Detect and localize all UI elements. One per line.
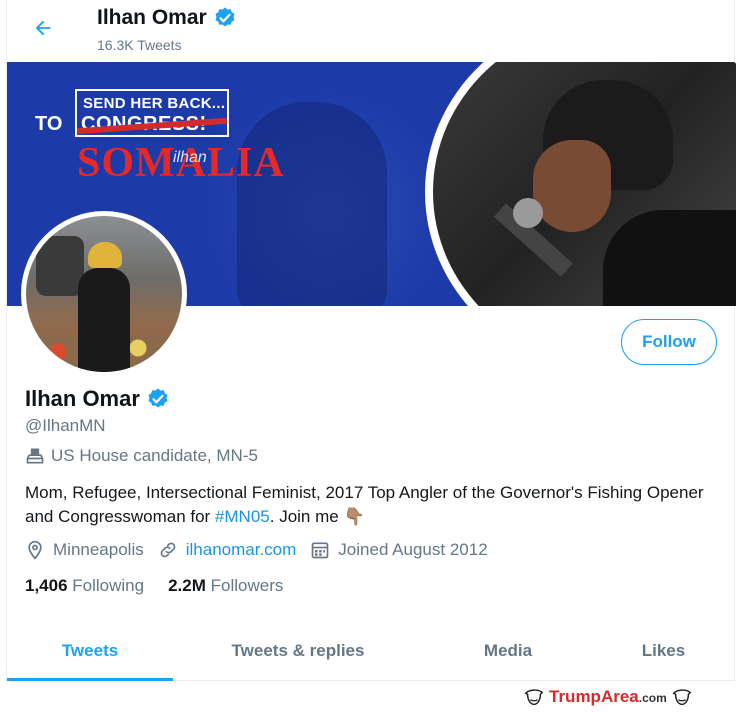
verified-badge-icon — [148, 388, 168, 408]
avatar-mural — [36, 236, 84, 296]
trump-face-icon — [524, 689, 544, 706]
pointing-down-emoji-icon: 👇🏽 — [343, 507, 365, 526]
header-title: Ilhan Omar — [97, 6, 237, 30]
tweet-count: 16.3K Tweets — [97, 37, 182, 53]
watermark-suffix: .com — [638, 691, 667, 705]
location-text: Minneapolis — [53, 540, 144, 559]
calendar-icon — [311, 542, 329, 559]
avatar-image — [26, 216, 182, 372]
avatar-hijab — [88, 242, 122, 268]
follow-button[interactable]: Follow — [621, 319, 717, 365]
website-item: ilhanomar.com — [158, 540, 297, 560]
profile-tabs: Tweets Tweets & replies Media Likes — [7, 621, 734, 681]
profile-role-text: US House candidate, MN-5 — [51, 446, 258, 465]
microphone-head — [513, 198, 543, 228]
watermark-brand: TrumpArea.com — [549, 687, 667, 707]
avatar-figure — [78, 268, 130, 372]
arrow-left-icon — [35, 20, 51, 36]
profile-role: US House candidate, MN-5 — [25, 446, 258, 466]
verified-badge-icon — [215, 7, 235, 27]
joined-item: Joined August 2012 — [310, 540, 488, 560]
banner-photo-face — [533, 140, 611, 232]
profile-stats: 1,406 Following 2.2M Followers — [25, 576, 283, 596]
followers-count: 2.2M — [168, 576, 206, 595]
joined-text: Joined August 2012 — [338, 540, 488, 559]
watermark: TrumpArea.com — [523, 686, 693, 708]
trump-face-icon — [672, 689, 692, 706]
watermark-brand-text: TrumpArea — [549, 687, 639, 706]
banner-photo — [433, 62, 736, 306]
back-button[interactable] — [29, 14, 57, 42]
avatar[interactable] — [21, 211, 187, 377]
profile-meta: Minneapolis ilhanomar.com Joined August … — [25, 540, 502, 560]
following-label: Following — [72, 576, 145, 595]
bio-text-2: . Join me — [269, 507, 344, 526]
tab-media[interactable]: Media — [423, 621, 593, 681]
bio-hashtag-link[interactable]: #MN05 — [215, 507, 270, 526]
ballot-box-icon — [26, 448, 44, 464]
slogan-line1: SEND HER BACK... — [83, 95, 226, 112]
header-name: Ilhan Omar — [97, 6, 207, 29]
link-icon — [160, 542, 176, 558]
tab-likes[interactable]: Likes — [593, 621, 734, 681]
followers-stat[interactable]: 2.2M Followers — [168, 576, 283, 596]
profile-header: Ilhan Omar 16.3K Tweets — [7, 0, 734, 62]
slogan-signature: ilhan — [173, 149, 207, 166]
profile-name-row: Ilhan Omar — [25, 386, 170, 412]
tab-tweets-replies[interactable]: Tweets & replies — [173, 621, 423, 681]
banner-photo-body — [603, 210, 736, 306]
following-stat[interactable]: 1,406 Following — [25, 576, 144, 596]
location-pin-icon — [28, 540, 42, 560]
following-count: 1,406 — [25, 576, 68, 595]
profile-handle: @IlhanMN — [25, 416, 106, 435]
profile-frame: Ilhan Omar 16.3K Tweets SEND HER BACK...… — [6, 0, 736, 681]
slogan-to: TO — [35, 113, 63, 135]
tab-tweets[interactable]: Tweets — [7, 621, 173, 681]
website-link[interactable]: ilhanomar.com — [186, 540, 297, 560]
location-item: Minneapolis — [25, 540, 144, 560]
followers-label: Followers — [210, 576, 284, 595]
profile-bio: Mom, Refugee, Intersectional Feminist, 2… — [25, 481, 705, 529]
profile-name: Ilhan Omar — [25, 386, 140, 411]
banner-silhouette — [237, 102, 387, 306]
